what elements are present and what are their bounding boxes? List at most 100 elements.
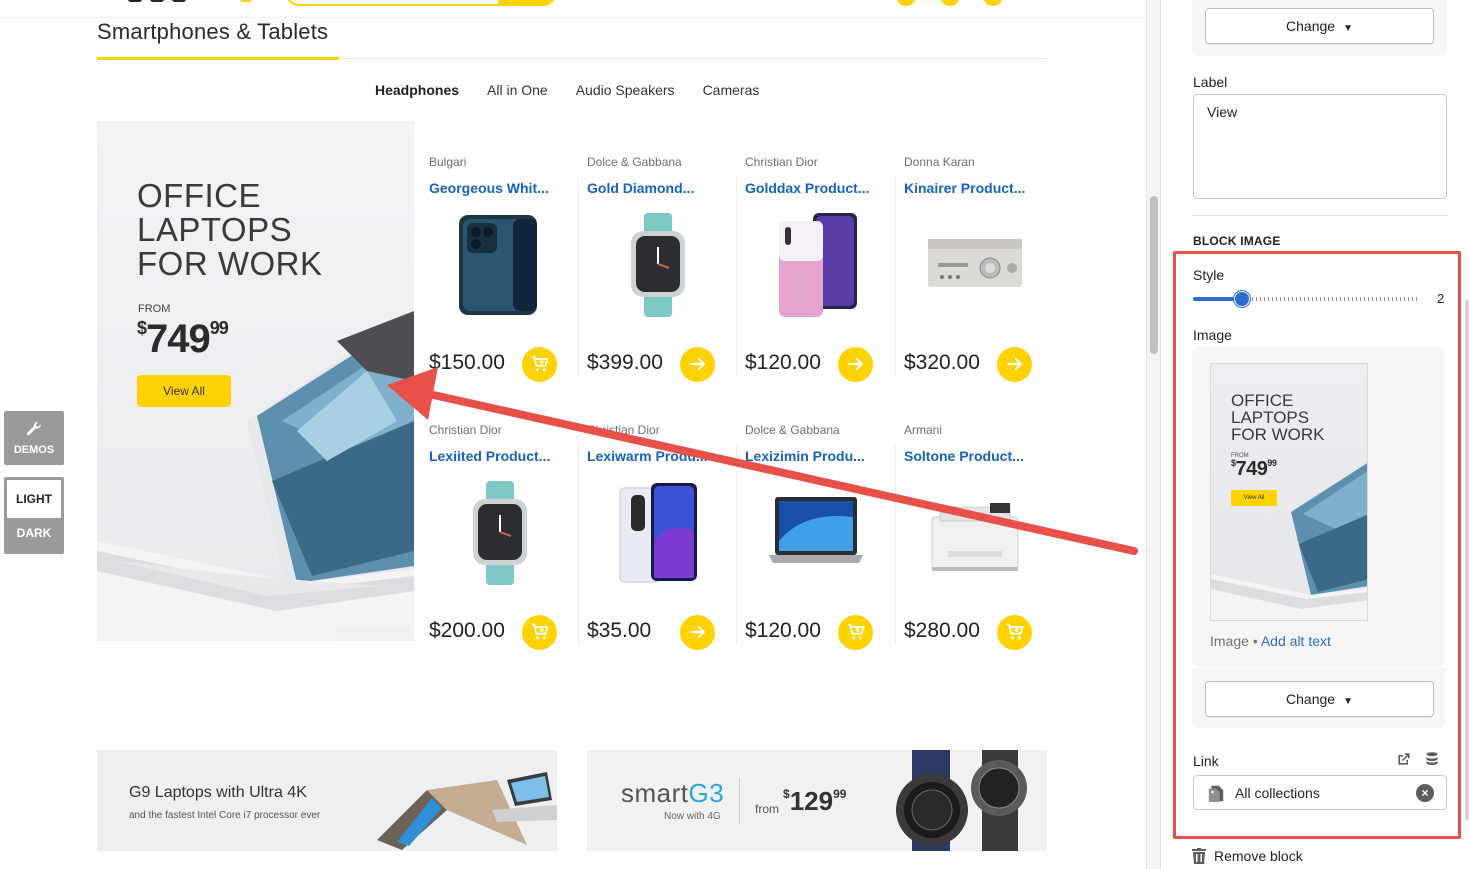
product-name-link[interactable]: Golddax Product... (745, 180, 873, 196)
link-picker[interactable]: All collections × (1193, 775, 1447, 810)
product-image[interactable] (611, 213, 705, 317)
search-button[interactable] (498, 0, 556, 6)
product-name-link[interactable]: Lexiited Product... (429, 448, 557, 464)
image-label: Image (1193, 327, 1232, 343)
label-textarea[interactable]: View (1193, 94, 1447, 199)
product-card[interactable]: Bulgari Georgeous Whit... $150.00 (429, 127, 587, 387)
header-strip (0, 0, 1146, 18)
product-brand: Christian Dior (587, 423, 660, 437)
change-link-button[interactable]: Change ▼ (1205, 8, 1434, 44)
product-card[interactable]: Armani Soltone Product... $280.00 (895, 395, 1062, 655)
link-value: All collections (1235, 785, 1320, 801)
demos-label: DEMOS (13, 444, 55, 456)
style-value: 2 (1437, 291, 1445, 306)
category-tabs: Headphones All in One Audio Speakers Cam… (375, 82, 759, 98)
slider-thumb[interactable] (1234, 291, 1250, 307)
block-image-heading: BLOCK IMAGE (1193, 234, 1281, 248)
change-image-button[interactable]: Change ▼ (1205, 681, 1434, 717)
add-to-cart-button[interactable] (522, 347, 557, 382)
dark-theme-button[interactable]: DARK (4, 526, 64, 540)
style-slider[interactable] (1193, 291, 1419, 307)
wrench-icon (26, 422, 41, 436)
product-name-link[interactable]: Lexizimin Produ... (745, 448, 873, 464)
laptop-banner[interactable]: G9 Laptops with Ultra 4K and the fastest… (97, 750, 557, 851)
product-card[interactable]: Dolce & Gabbana Lexizimin Produ... $120.00 (736, 395, 903, 655)
product-image[interactable] (928, 481, 1022, 585)
product-name-link[interactable]: Georgeous Whit... (429, 180, 557, 196)
add-alt-text-link[interactable]: Add alt text (1261, 633, 1331, 649)
promo-heading-line: LAPTOPS (137, 211, 293, 248)
promo-price-cents: 99 (209, 318, 229, 338)
add-to-cart-button[interactable] (997, 615, 1032, 650)
product-image[interactable] (928, 213, 1022, 317)
tab-headphones[interactable]: Headphones (375, 82, 459, 98)
price-currency: $ (783, 787, 790, 801)
image-meta: Image • Add alt text (1210, 633, 1331, 649)
laptop-banner-subtitle: and the fastest Intel Core i7 processor … (129, 810, 321, 821)
product-card[interactable]: Christian Dior Lexiwarm Produ... $35.00 (578, 395, 745, 655)
sidebar-scrollbar[interactable] (1465, 300, 1469, 820)
tab-audio-speakers[interactable]: Audio Speakers (576, 82, 675, 98)
demos-button[interactable]: DEMOS (4, 411, 64, 465)
light-theme-button[interactable]: LIGHT (7, 480, 61, 518)
image-change-card: Change ▼ (1192, 668, 1445, 728)
button-label: Change (1286, 18, 1336, 34)
link-card: Change ▼ (1192, 0, 1447, 56)
price-cents: 99 (833, 787, 847, 801)
price-main: 129 (789, 786, 834, 816)
product-image[interactable] (769, 213, 863, 317)
add-to-cart-button[interactable] (838, 615, 873, 650)
product-brand: Dolce & Gabbana (745, 423, 840, 437)
image-card: OFFICE LAPTOPS FOR WORK FROM $74999 View… (1192, 347, 1445, 667)
product-price: $280.00 (904, 619, 980, 642)
select-options-button[interactable] (838, 347, 873, 382)
account-icon[interactable] (896, 0, 916, 6)
scrollbar-thumb[interactable] (1150, 196, 1158, 354)
select-options-button[interactable] (680, 347, 715, 382)
select-options-button[interactable] (997, 347, 1032, 382)
preview-scrollbar[interactable] (1146, 0, 1160, 869)
product-card[interactable]: Dolce & Gabbana Gold Diamond... $399.00 (578, 127, 745, 387)
product-name-link[interactable]: Gold Diamond... (587, 180, 715, 196)
promo-heading-line: FOR WORK (137, 245, 323, 282)
promo-price: $74999 (137, 317, 229, 362)
collection-icon (1208, 785, 1224, 802)
image-thumbnail[interactable]: OFFICE LAPTOPS FOR WORK FROM $74999 View… (1210, 363, 1368, 621)
product-image[interactable] (453, 213, 547, 317)
label-field-title: Label (1193, 74, 1228, 90)
remove-block-label: Remove block (1214, 848, 1303, 864)
add-to-cart-icon (1006, 623, 1023, 640)
promo-view-all-button[interactable]: View All (137, 375, 231, 407)
promo-banner[interactable]: OFFICE LAPTOPS FOR WORK FROM $74999 View… (97, 121, 414, 641)
product-card[interactable]: Christian Dior Lexiited Product... $200.00 (429, 395, 587, 655)
product-name-link[interactable]: Lexiwarm Produ... (587, 448, 715, 464)
column-divider (578, 177, 579, 377)
brand-part: G3 (688, 778, 725, 808)
tab-all-in-one[interactable]: All in One (487, 82, 548, 98)
product-image[interactable] (453, 481, 547, 585)
cart-icon[interactable] (983, 0, 1003, 6)
smartwatch-price: $12999 (783, 786, 846, 817)
external-link-icon[interactable] (1396, 751, 1412, 767)
add-to-cart-button[interactable] (522, 615, 557, 650)
thumb-heading: OFFICE LAPTOPS FOR WORK (1231, 392, 1325, 443)
smartwatch-banner[interactable]: smartG3 Now with 4G from $12999 (587, 750, 1047, 851)
tab-cameras[interactable]: Cameras (703, 82, 760, 98)
wishlist-icon[interactable] (940, 0, 960, 6)
product-card[interactable]: Donna Karan Kinairer Product... $320.00 (895, 127, 1062, 387)
arrow-right-icon (689, 625, 705, 639)
product-price: $35.00 (587, 619, 652, 642)
product-price: $320.00 (904, 351, 980, 374)
product-name-link[interactable]: Kinairer Product... (904, 180, 1032, 196)
smartwatch-brand: smartG3 (621, 778, 724, 809)
product-image[interactable] (611, 481, 705, 585)
product-image[interactable] (769, 481, 863, 585)
logo-fragment (240, 0, 252, 2)
select-options-button[interactable] (680, 615, 715, 650)
remove-block-button[interactable]: Remove block (1192, 848, 1303, 864)
database-icon[interactable] (1424, 751, 1440, 767)
product-name-link[interactable]: Soltone Product... (904, 448, 1032, 464)
product-card[interactable]: Christian Dior Golddax Product... $120.00 (736, 127, 903, 387)
clear-link-icon[interactable]: × (1416, 784, 1434, 802)
product-brand: Armani (904, 423, 943, 437)
